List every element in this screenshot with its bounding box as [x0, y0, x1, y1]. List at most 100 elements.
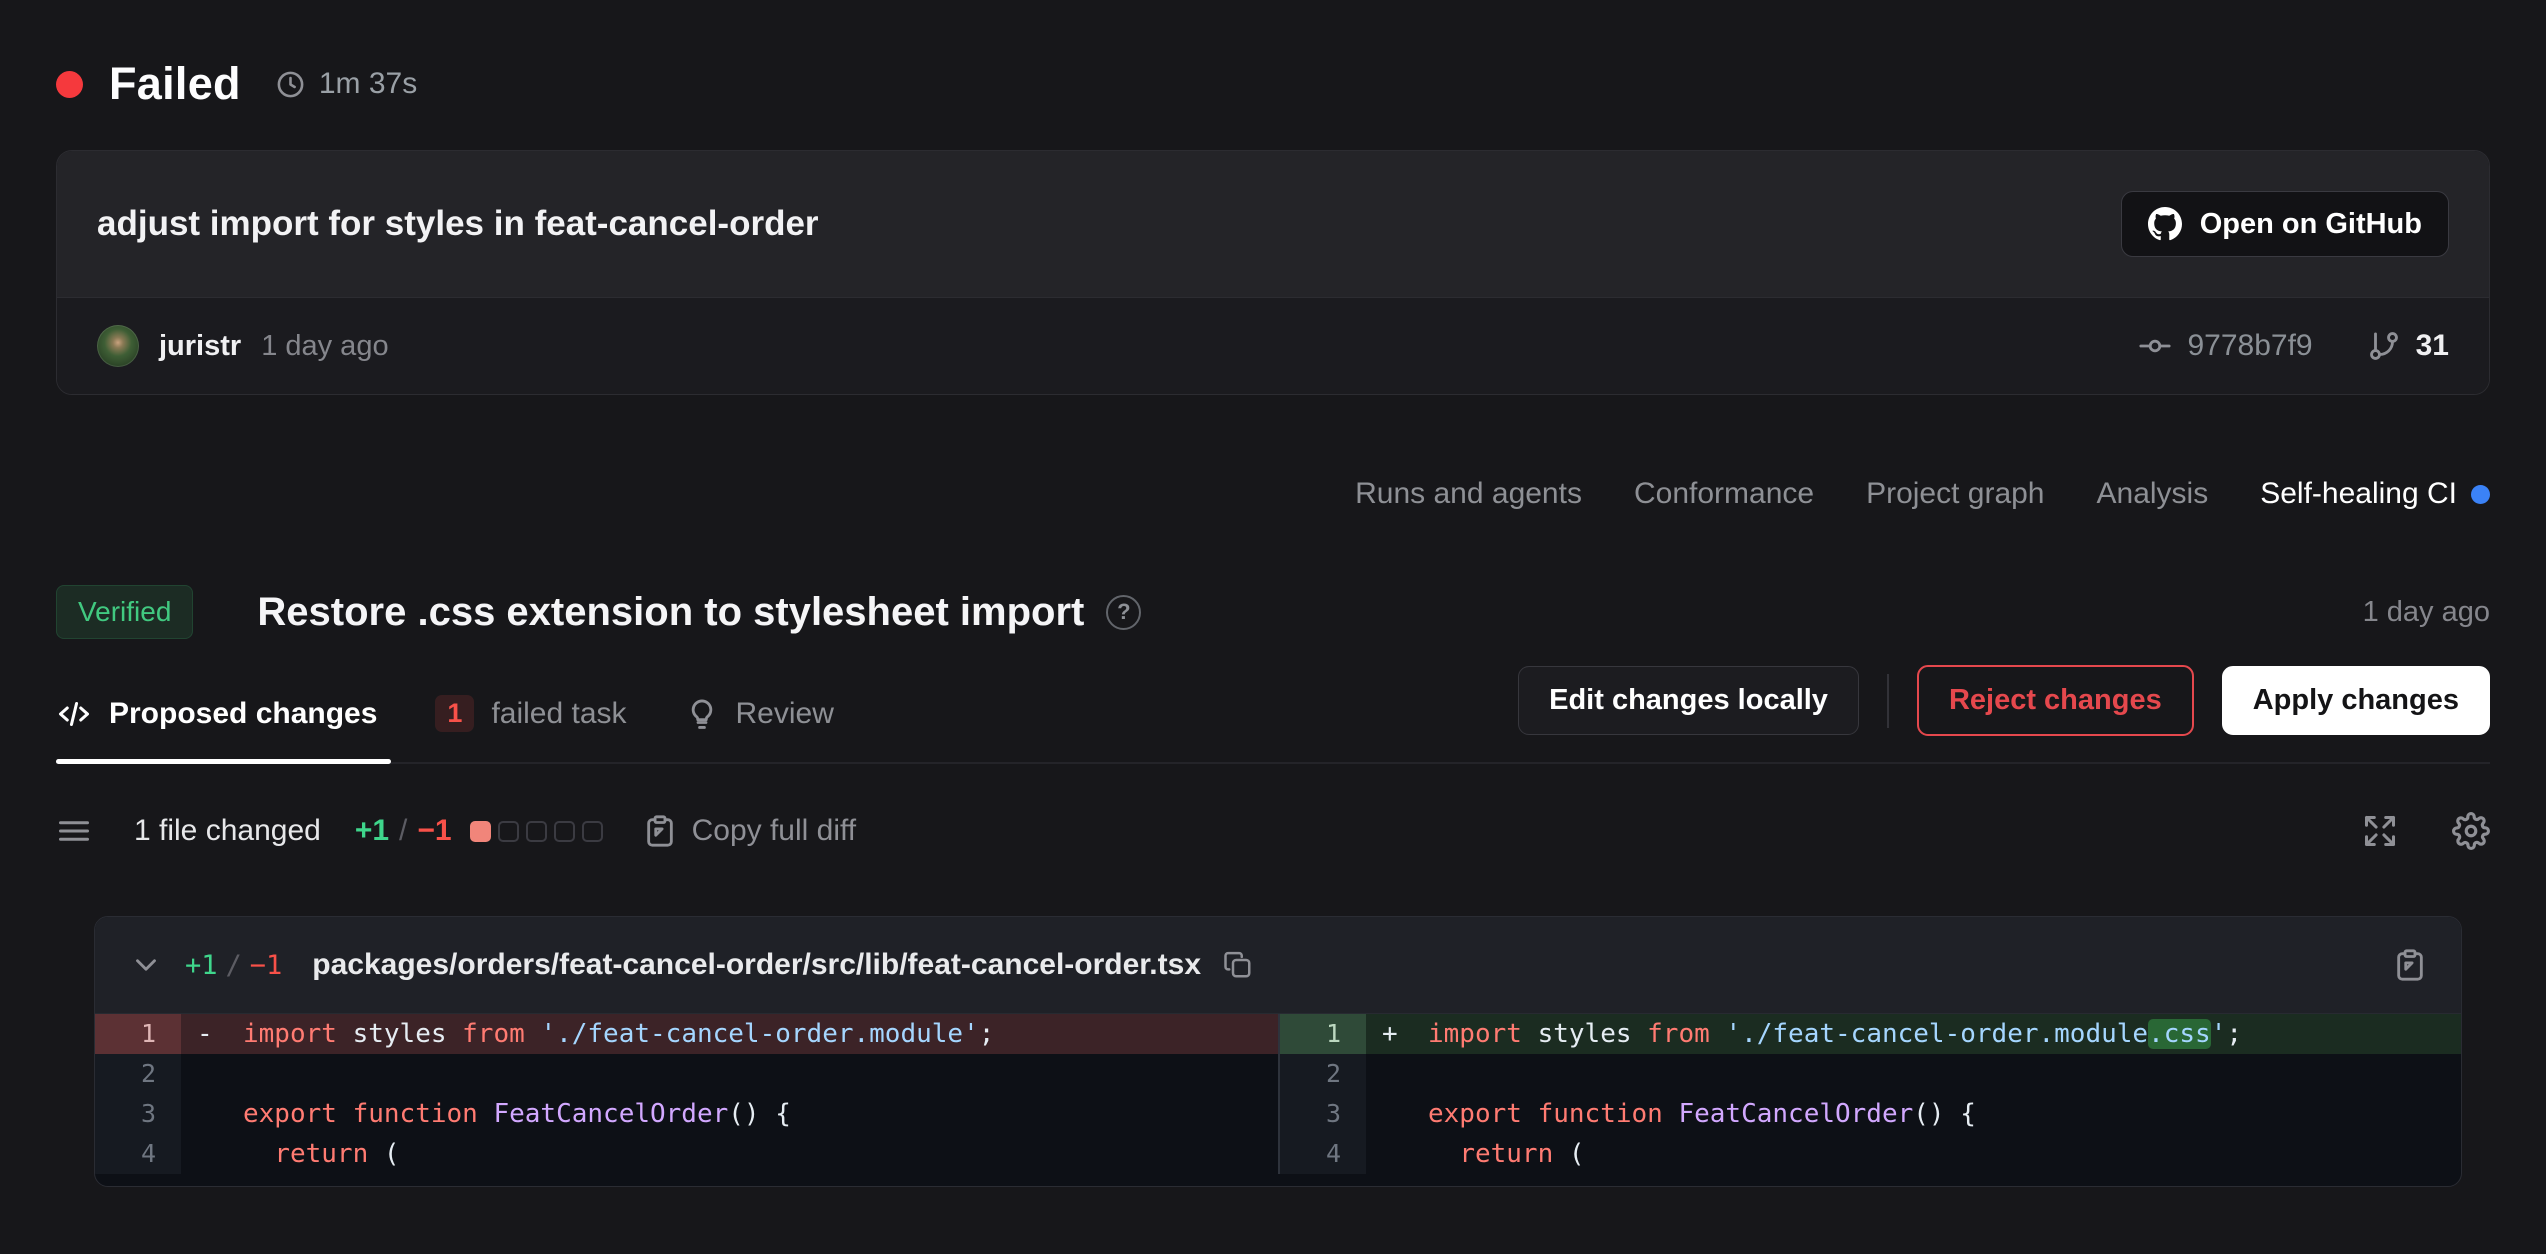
run-duration-value: 1m 37s: [319, 67, 417, 101]
diff-line: 1+import styles from './feat-cancel-orde…: [1280, 1014, 2461, 1054]
lightbulb-icon: [685, 697, 719, 731]
help-icon[interactable]: ?: [1106, 595, 1141, 630]
diff-file-header: +1 / −1 packages/orders/feat-cancel-orde…: [95, 917, 2461, 1013]
hamburger-icon: [56, 813, 92, 849]
author-name[interactable]: juristr: [159, 330, 241, 363]
diff-file-panel: +1 / −1 packages/orders/feat-cancel-orde…: [94, 916, 2462, 1187]
fix-heading-row: Verified Restore .css extension to style…: [56, 585, 2490, 639]
diff-settings-button[interactable]: [2452, 812, 2490, 850]
copy-file-path-button[interactable]: [1223, 950, 1253, 980]
git-branch-icon: [2367, 329, 2401, 363]
file-diff-stats: +1 / −1: [185, 950, 282, 981]
reject-changes-button[interactable]: Reject changes: [1917, 665, 2194, 736]
diff-line: 1-import styles from './feat-cancel-orde…: [95, 1014, 1278, 1054]
code-text: export function FeatCancelOrder() {: [1366, 1094, 2461, 1134]
line-number: 3: [95, 1094, 181, 1134]
nav-item-project-graph[interactable]: Project graph: [1866, 477, 2044, 511]
gear-icon: [2452, 812, 2490, 850]
code-text: -import styles from './feat-cancel-order…: [181, 1014, 1278, 1054]
notification-dot: [2471, 485, 2490, 504]
git-commit-icon: [2138, 329, 2172, 363]
tab-proposed-changes[interactable]: Proposed changes: [56, 672, 377, 762]
code-text: [181, 1054, 1278, 1094]
secondary-nav: Runs and agents Conformance Project graph A…: [56, 477, 2490, 511]
branch-count-chip[interactable]: 31: [2367, 329, 2449, 363]
diff-line: 2: [95, 1054, 1278, 1094]
diff-stat-square: [554, 821, 575, 842]
code-text: return (: [181, 1134, 1278, 1174]
run-duration: 1m 37s: [275, 67, 417, 101]
diff-stat-square: [498, 821, 519, 842]
line-number: 2: [95, 1054, 181, 1094]
code-text: return (: [1366, 1134, 2461, 1174]
action-buttons: Edit changes locally Reject changes Appl…: [1518, 665, 2490, 762]
line-number: 1: [95, 1014, 181, 1054]
tab-review-label: Review: [736, 697, 834, 731]
tabs: Proposed changes 1 failed task Review: [56, 671, 834, 762]
button-divider: [1887, 674, 1889, 728]
nav-item-runs-and-agents[interactable]: Runs and agents: [1355, 477, 1582, 511]
edit-changes-locally-button[interactable]: Edit changes locally: [1518, 666, 1859, 735]
apply-changes-button[interactable]: Apply changes: [2222, 666, 2490, 735]
chevron-down-icon: [129, 948, 163, 982]
tab-proposed-changes-label: Proposed changes: [109, 697, 377, 731]
file-list-menu-button[interactable]: [56, 813, 92, 849]
line-number: 4: [1280, 1134, 1366, 1174]
clipboard-icon: [2393, 948, 2427, 982]
commit-card-header: adjust import for styles in feat-cancel-…: [57, 151, 2489, 297]
diff-line: 2: [1280, 1054, 2461, 1094]
diff-stat-square: [526, 821, 547, 842]
commit-card-meta: juristr 1 day ago 9778b7f9 31: [57, 297, 2489, 394]
tab-review[interactable]: Review: [685, 673, 834, 761]
expand-diff-button[interactable]: [2362, 813, 2398, 849]
code-text: +import styles from './feat-cancel-order…: [1366, 1014, 2461, 1054]
commit-card: adjust import for styles in feat-cancel-…: [56, 150, 2490, 395]
diff-stat-square: [582, 821, 603, 842]
file-stats-separator: /: [226, 950, 242, 981]
commit-hash-chip[interactable]: 9778b7f9: [2138, 329, 2312, 363]
file-path: packages/orders/feat-cancel-order/src/li…: [312, 948, 1201, 982]
tab-failed-task[interactable]: 1 failed task: [435, 671, 626, 762]
copy-full-diff-label: Copy full diff: [692, 814, 857, 848]
diff-split-view: 1-import styles from './feat-cancel-orde…: [95, 1013, 2461, 1186]
diff-stat-square: [470, 821, 491, 842]
clipboard-icon: [643, 814, 677, 848]
open-on-github-label: Open on GitHub: [2200, 208, 2422, 241]
commit-hash: 9778b7f9: [2187, 329, 2312, 363]
run-status-row: Failed 1m 37s: [56, 58, 2490, 110]
code-text: [1366, 1054, 2461, 1094]
diff-line: 3export function FeatCancelOrder() {: [1280, 1094, 2461, 1134]
line-number: 4: [95, 1134, 181, 1174]
avatar[interactable]: [97, 325, 139, 367]
expand-icon: [2362, 813, 2398, 849]
deletions-count: −1: [417, 814, 451, 848]
line-number: 1: [1280, 1014, 1366, 1054]
copy-full-diff-button[interactable]: Copy full diff: [643, 814, 857, 848]
run-status-label: Failed: [109, 58, 241, 110]
copy-icon: [1223, 950, 1253, 980]
diff-line: 4 return (: [95, 1134, 1278, 1174]
branch-count: 31: [2416, 329, 2449, 363]
files-changed-label: 1 file changed: [134, 814, 321, 848]
fix-title: Restore .css extension to stylesheet imp…: [257, 590, 1084, 635]
tab-failed-task-label: failed task: [491, 697, 626, 731]
failed-task-count-badge: 1: [435, 695, 474, 732]
open-on-github-button[interactable]: Open on GitHub: [2121, 191, 2449, 257]
diff-stat-squares: [470, 821, 603, 842]
github-icon: [2148, 207, 2182, 241]
failed-status-icon: [56, 71, 83, 98]
line-number: 3: [1280, 1094, 1366, 1134]
stats-separator: /: [399, 814, 407, 848]
copy-file-diff-button[interactable]: [2393, 948, 2427, 982]
line-number: 2: [1280, 1054, 1366, 1094]
collapse-file-button[interactable]: [129, 948, 163, 982]
code-text: export function FeatCancelOrder() {: [181, 1094, 1278, 1134]
nav-item-self-healing-ci[interactable]: Self-healing CI: [2260, 477, 2490, 511]
nav-item-conformance[interactable]: Conformance: [1634, 477, 1814, 511]
verified-badge: Verified: [56, 585, 193, 639]
commit-message: adjust import for styles in feat-cancel-…: [97, 204, 819, 244]
clock-icon: [275, 69, 306, 100]
nav-item-analysis[interactable]: Analysis: [2097, 477, 2209, 511]
commit-time: 1 day ago: [261, 330, 388, 363]
tabs-row: Proposed changes 1 failed task Review Ed…: [56, 665, 2490, 764]
